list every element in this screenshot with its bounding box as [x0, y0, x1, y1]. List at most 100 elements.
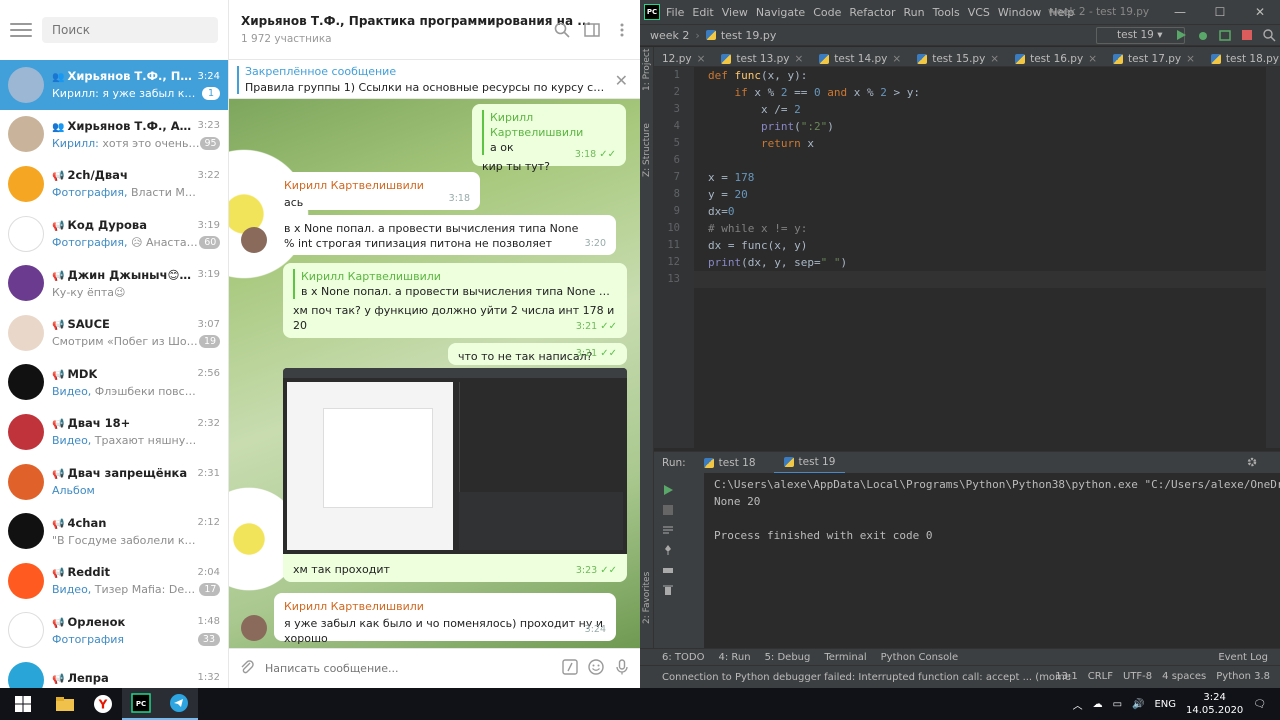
close-tab-icon[interactable]: × — [1088, 53, 1097, 65]
yandex-browser-button[interactable]: Y — [84, 688, 122, 720]
more-icon[interactable] — [614, 22, 630, 38]
favorites-tool-button[interactable]: 2: Favorites — [642, 572, 652, 624]
close-tab-icon[interactable]: × — [697, 53, 706, 65]
chat-list-item[interactable]: 📢Код Дурова 3:19 Фотография, 😥 Анастасия..… — [0, 209, 228, 259]
chat-list-item[interactable]: 📢Reddit 2:04 Видео, Тизер Mafia: Definiti.… — [0, 556, 228, 606]
close-tab-icon[interactable]: × — [892, 53, 901, 65]
debug-icon[interactable] — [1196, 28, 1210, 42]
trash-icon[interactable] — [662, 581, 674, 595]
chat-list-item[interactable]: 📢 Двач запрещёнка 2:31 Альбом — [0, 457, 228, 507]
print-icon[interactable] — [662, 561, 674, 573]
menu-item-code[interactable]: Code — [813, 6, 841, 19]
pinned-message[interactable]: Закреплённое сообщение Правила группы 1)… — [229, 61, 640, 99]
message-bubble[interactable]: Кирилл Картвелишвили ась 3:18 — [274, 172, 480, 210]
chat-list-item[interactable]: 📢4chan 2:12 "В Госдуме заболели коронави..… — [0, 506, 228, 556]
message-bubble[interactable]: что то не так написал? 3:21 ✓✓ — [448, 343, 627, 365]
search-icon[interactable] — [554, 22, 570, 38]
search-icon[interactable] — [1262, 28, 1276, 42]
menu-item-run[interactable]: Run — [904, 6, 925, 19]
message-bubble[interactable]: Кирилл Картвелишвили в x None попал. а п… — [283, 263, 627, 338]
network-icon[interactable]: ▭ — [1113, 699, 1122, 710]
chat-list-item[interactable]: 👥Хирьянов Т.Ф., Практ... 3:24 Кирилл: я уж… — [0, 60, 228, 110]
status-message[interactable]: Connection to Python debugger failed: In… — [662, 672, 1072, 683]
menu-item-vcs[interactable]: VCS — [968, 6, 990, 19]
maximize-icon[interactable]: ☐ — [1200, 0, 1240, 24]
conversation-header[interactable]: Хирьянов Т.Ф., Практика программирования… — [229, 0, 640, 60]
message-bubble[interactable]: хм так проходит 3:23 ✓✓ — [283, 554, 627, 582]
pin-icon[interactable] — [662, 541, 674, 555]
attach-icon[interactable] — [239, 659, 255, 679]
minimize-icon[interactable]: — — [1160, 0, 1200, 24]
chat-list-item[interactable]: 📢 Лепра 1:32 — [0, 655, 228, 688]
clock[interactable]: 3:24 14.05.2020 — [1186, 691, 1243, 717]
close-icon[interactable]: ✕ — [615, 71, 628, 90]
code-editor[interactable]: def func(x, y): if x % 2 == 0 and x % 2 … — [708, 67, 1264, 448]
menu-item-tools[interactable]: Tools — [933, 6, 960, 19]
editor-tab[interactable]: test 15.py × — [909, 47, 1007, 67]
close-icon[interactable]: ✕ — [1240, 0, 1280, 24]
structure-tool-button[interactable]: Z: Structure — [642, 123, 652, 177]
rerun-icon[interactable] — [662, 481, 674, 495]
breadcrumb-file[interactable]: test 19.py — [721, 29, 777, 42]
menu-item-navigate[interactable]: Navigate — [756, 6, 805, 19]
message-bubble[interactable]: Кирилл Картвелишвили я уже забыл как был… — [274, 593, 616, 645]
event-log-button[interactable]: Event Log — [1218, 652, 1268, 663]
menu-item-edit[interactable]: Edit — [692, 6, 713, 19]
close-tab-icon[interactable]: × — [990, 53, 999, 65]
stop-icon[interactable] — [1240, 28, 1254, 42]
tool-window-button[interactable]: Python Console — [881, 652, 959, 663]
editor-tab[interactable]: test 14.py × — [811, 47, 909, 67]
menu-item-view[interactable]: View — [722, 6, 748, 19]
editor-tab[interactable]: test 18.py× — [1203, 47, 1280, 67]
tool-window-button[interactable]: 5: Debug — [765, 652, 811, 663]
chat-list-item[interactable]: 📢 Джин Джыныч😊❣️ 3:19 Ку-ку ёпта😉 — [0, 258, 228, 308]
close-tab-icon[interactable]: × — [1186, 53, 1195, 65]
tool-window-button[interactable]: 6: TODO — [662, 652, 704, 663]
message-author[interactable]: Кирилл Картвелишвили — [284, 599, 606, 614]
message-area[interactable]: Кирилл Картвелишвили а ок кир ты тут? 3:… — [229, 99, 640, 648]
message-bubble[interactable]: в x None попал. а провести вычисления ти… — [274, 215, 616, 255]
menu-item-file[interactable]: File — [666, 6, 684, 19]
message-bubble[interactable]: Кирилл Картвелишвили а ок кир ты тут? 3:… — [472, 104, 626, 173]
sidebar-toggle-icon[interactable] — [584, 22, 600, 38]
close-tab-icon[interactable]: × — [794, 53, 803, 65]
status-indicator[interactable]: CRLF — [1088, 671, 1113, 682]
editor-tab[interactable]: 12.py × — [654, 47, 713, 67]
chat-list-item[interactable]: 👥Хирьянов Т.Ф., Алгор... 3:23 Кирилл: хотя… — [0, 110, 228, 160]
chevron-up-icon[interactable]: ︿ — [1073, 697, 1083, 712]
run-config-selector[interactable]: test 19 ▾ — [1096, 27, 1186, 44]
cloud-icon[interactable]: ☁ — [1093, 699, 1103, 710]
status-indicator[interactable]: UTF-8 — [1123, 671, 1152, 682]
breadcrumb-project[interactable]: week 2 — [650, 29, 689, 42]
avatar[interactable] — [241, 227, 267, 253]
gear-icon[interactable] — [1246, 456, 1258, 471]
coverage-icon[interactable] — [1218, 28, 1232, 42]
chat-list-item[interactable]: 📢Двач 18+ 2:32 Видео, Трахают няшную корея… — [0, 407, 228, 457]
menu-icon[interactable] — [10, 19, 32, 41]
telegram-taskbar-button[interactable] — [160, 688, 198, 720]
chat-list-item[interactable]: 📢 SAUCE 3:07 Смотрим «Побег из Шоуш... 19 — [0, 308, 228, 358]
editor-tab[interactable]: test 17.py × — [1105, 47, 1203, 67]
volume-icon[interactable]: 🔊 — [1132, 699, 1144, 710]
screenshot-image[interactable] — [283, 368, 627, 554]
pycharm-taskbar-button[interactable]: PC — [122, 688, 160, 720]
status-indicator[interactable]: 13:1 — [1055, 671, 1077, 682]
tool-window-button[interactable]: 4: Run — [718, 652, 750, 663]
message-input[interactable] — [265, 662, 552, 675]
language-indicator[interactable]: ENG — [1154, 699, 1176, 710]
stop-icon[interactable] — [662, 501, 674, 515]
status-indicator[interactable]: 4 spaces — [1162, 671, 1206, 682]
emoji-icon[interactable] — [588, 658, 604, 679]
run-tab[interactable]: test 19 — [773, 452, 846, 474]
search-input[interactable] — [42, 17, 218, 43]
chat-list-item[interactable]: 📢2ch/Двач 3:22 Фотография, Власти Москв... — [0, 159, 228, 209]
project-tool-button[interactable]: 1: Project — [642, 49, 652, 91]
run-icon[interactable] — [1174, 28, 1188, 42]
commands-icon[interactable] — [562, 658, 578, 679]
run-console[interactable]: C:\Users\alexe\AppData\Local\Programs\Py… — [704, 473, 1280, 649]
menu-item-refactor[interactable]: Refactor — [849, 6, 895, 19]
editor-tab[interactable]: test 13.py × — [713, 47, 811, 67]
chat-list-item[interactable]: 📢 Орленок 1:48 Фотография 33 — [0, 606, 228, 656]
file-explorer-button[interactable] — [46, 688, 84, 720]
avatar[interactable] — [241, 615, 267, 641]
